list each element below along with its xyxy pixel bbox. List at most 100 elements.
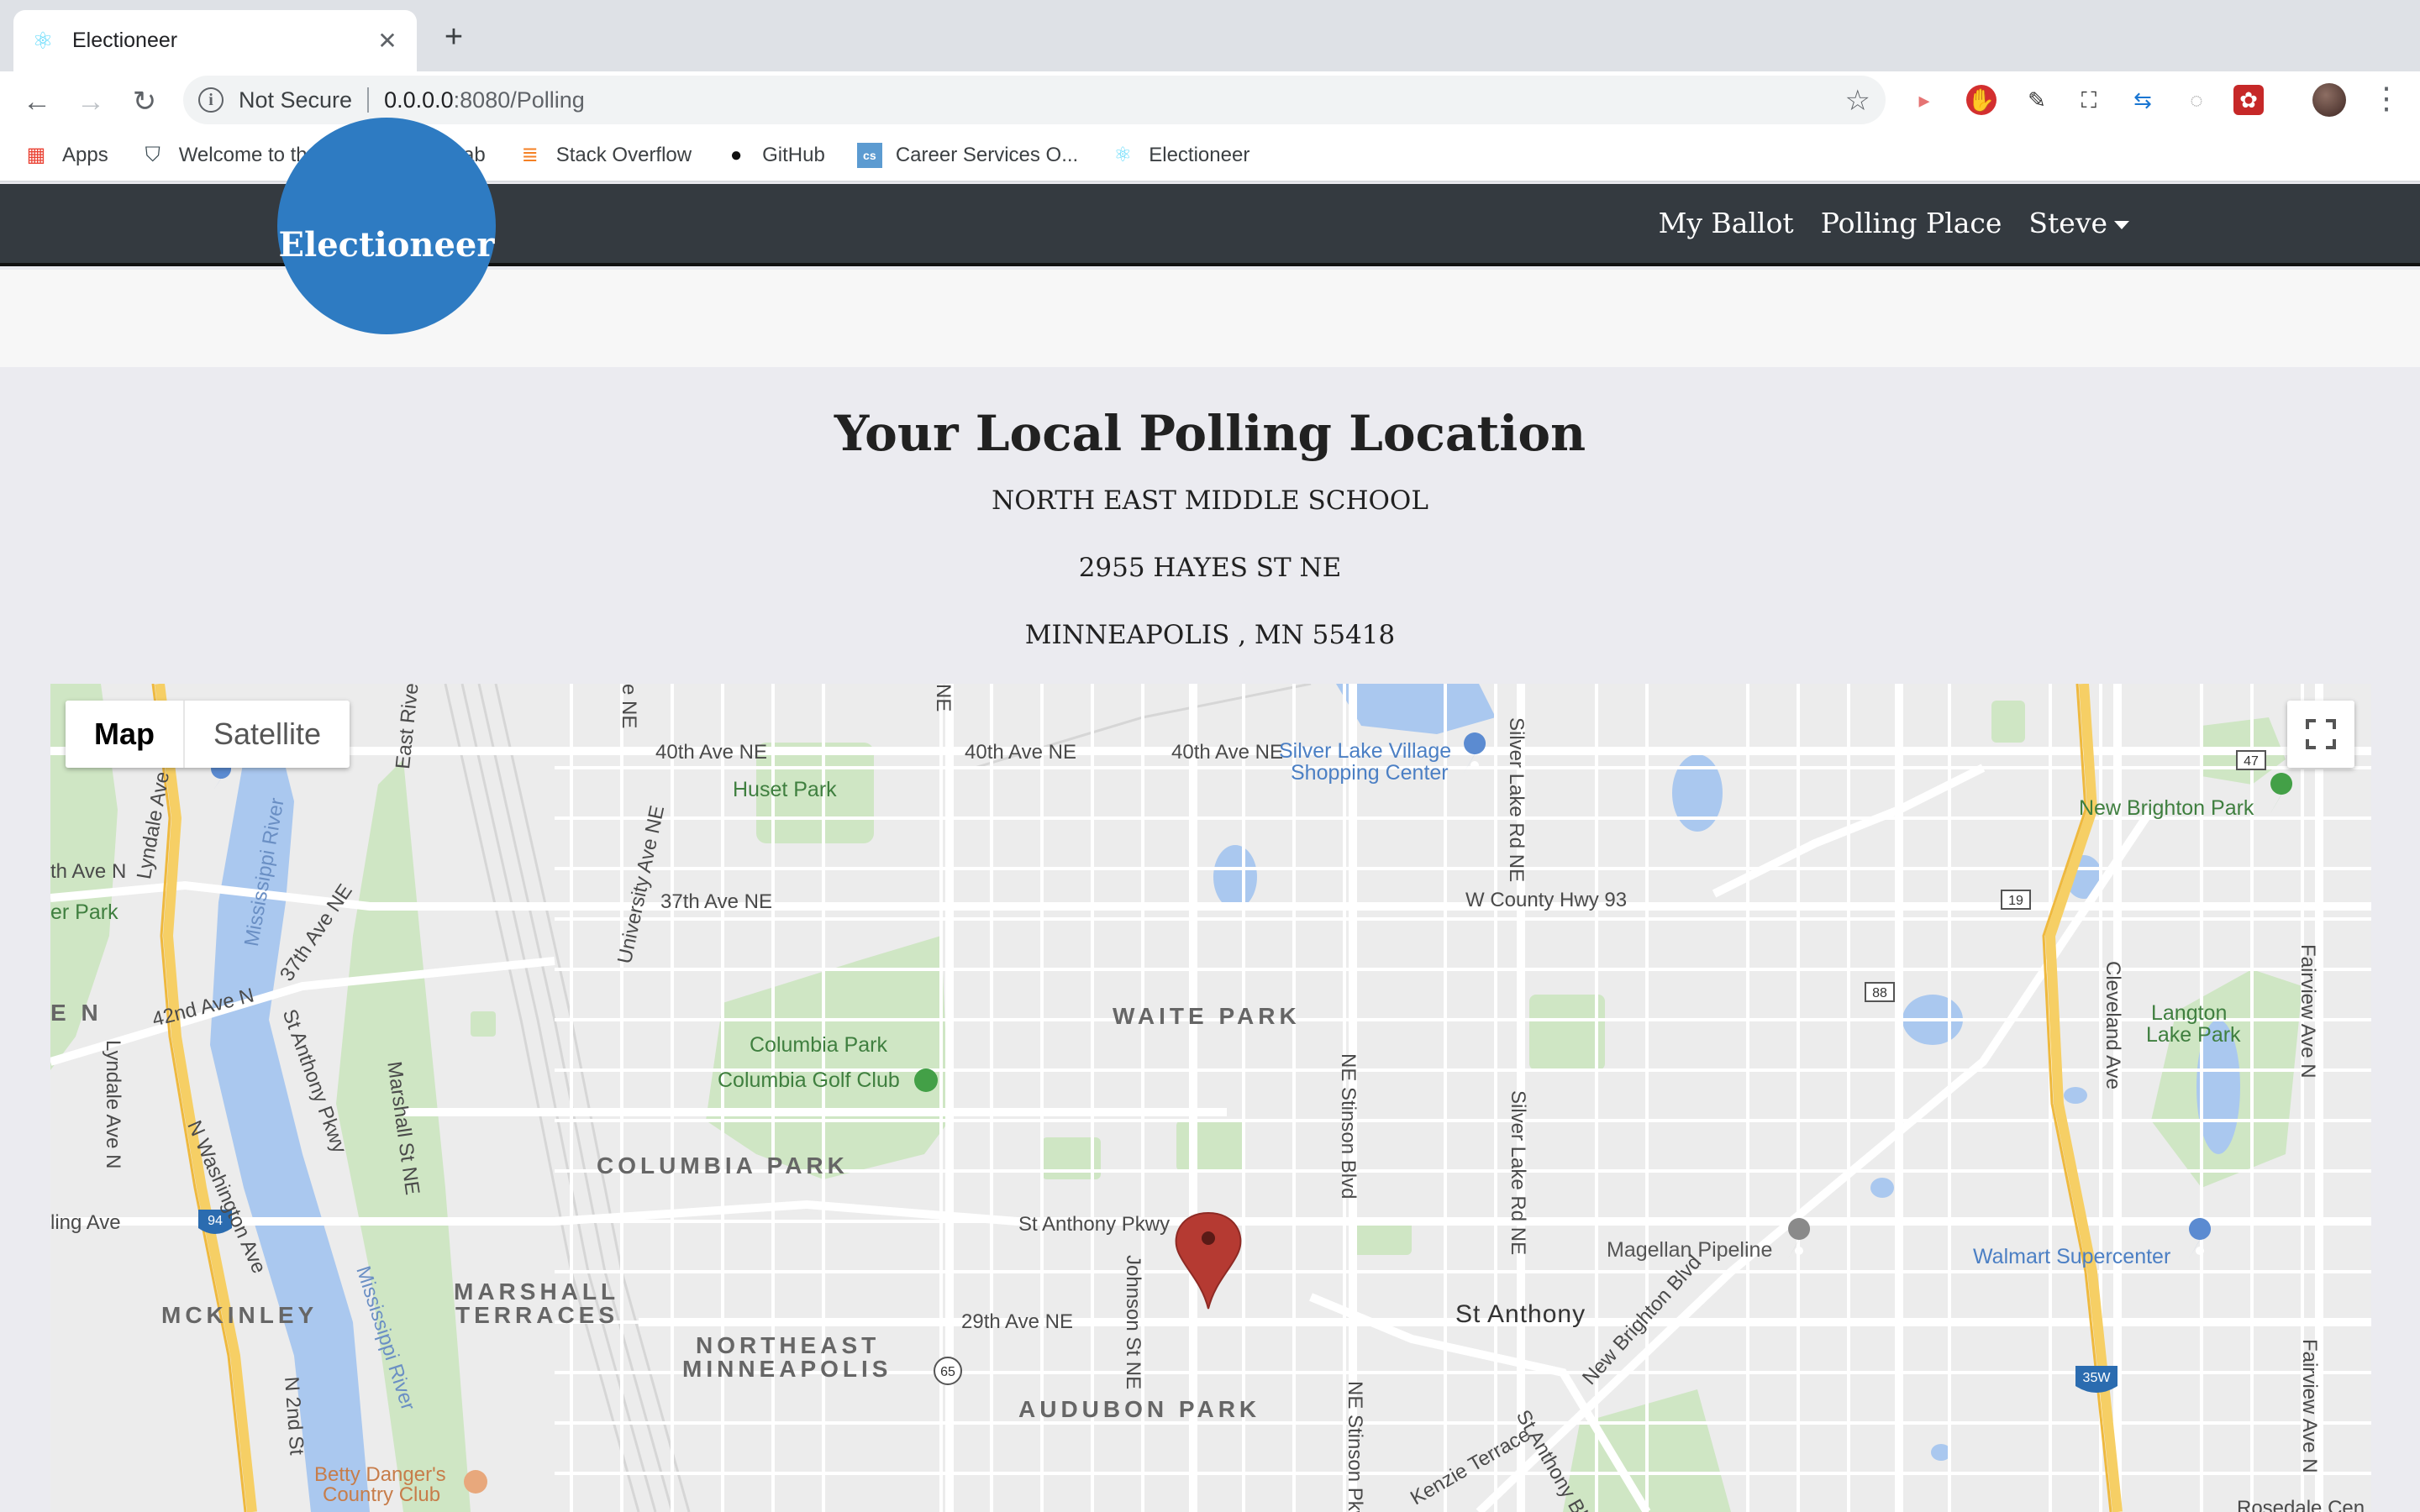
- map-label-columbia-golf-club: Columbia Golf Club: [718, 1068, 900, 1092]
- map-label-e-n: E N: [50, 1000, 103, 1026]
- github-icon: ●: [729, 144, 743, 166]
- map-label-37th-ave: 37th Ave NE: [660, 890, 772, 913]
- extension-sync-icon[interactable]: ⇆: [2128, 85, 2158, 115]
- security-label: Not Secure: [239, 87, 353, 113]
- map-label-cleveland-ave: Cleveland Ave: [2102, 961, 2124, 1089]
- map-label-silver-lake-rd-2: Silver Lake Rd NE: [1507, 1090, 1529, 1256]
- map-label-silver-lake-village: Silver Lake Village: [1279, 739, 1452, 763]
- polling-street: 2955 HAYES ST NE: [1078, 553, 1342, 583]
- map-label-shopping-center: Shopping Center: [1291, 761, 1449, 785]
- browser-menu-icon[interactable]: ⋮: [2371, 81, 2402, 115]
- nav-my-ballot[interactable]: My Ballot: [1659, 207, 1794, 239]
- bookmark-label: Electioneer: [1149, 144, 1250, 166]
- caret-down-icon: [2114, 221, 2129, 229]
- map-label-ling-ave: ling Ave: [50, 1211, 121, 1234]
- map-label-fairview-ave: Fairview Ave N: [2296, 944, 2319, 1079]
- browser-tabstrip: ⚛ Electioneer ✕ +: [0, 0, 2420, 71]
- user-menu-dropdown[interactable]: Steve: [2028, 207, 2129, 239]
- hwy-35w-label: 35W: [2083, 1371, 2112, 1385]
- bookmark-stackoverflow[interactable]: ≣ Stack Overflow: [518, 143, 692, 168]
- nav-links: My Ballot Polling Place Steve: [1659, 207, 2129, 239]
- map-label-johnson-st: Johnson St NE: [1122, 1255, 1144, 1390]
- fullscreen-button[interactable]: [2287, 701, 2354, 768]
- bookmark-label: Career Services O...: [895, 144, 1079, 166]
- map-label-walmart-supercenter: Walmart Supercenter: [1973, 1245, 2171, 1268]
- bookmark-label: Stack Overflow: [555, 144, 692, 166]
- bookmark-apps[interactable]: ▦ Apps: [24, 143, 108, 168]
- map-label-huset-park: Huset Park: [733, 778, 837, 801]
- map-label-columbia-park-neighborhood: COLUMBIA PARK: [597, 1152, 849, 1179]
- profile-avatar[interactable]: [2312, 83, 2346, 117]
- browser-tab[interactable]: ⚛ Electioneer ✕: [13, 10, 417, 71]
- bookmark-label: GitHub: [762, 144, 825, 166]
- map-label-fairview-ave-2: Fairview Ave N: [2298, 1339, 2321, 1473]
- react-favicon-icon: ⚛: [32, 27, 54, 54]
- map-type-satellite-button[interactable]: Satellite: [185, 701, 350, 768]
- forward-icon[interactable]: →: [72, 83, 109, 120]
- polling-city-line: MINNEAPOLIS , MN 55418: [1024, 620, 1396, 650]
- map-label-new-brighton-park: New Brighton Park: [2079, 796, 2254, 820]
- back-icon[interactable]: ←: [18, 83, 55, 120]
- apps-grid-icon: ▦: [26, 144, 46, 166]
- map-type-control: Map Satellite: [66, 701, 350, 768]
- bookmark-github[interactable]: ● GitHub: [723, 143, 825, 168]
- map-label-stinson-blvd: NE Stinson Blvd: [1337, 1053, 1360, 1200]
- nav-polling-place[interactable]: Polling Place: [1821, 207, 2002, 239]
- bookmark-career-services[interactable]: cs Career Services O...: [856, 143, 1079, 168]
- map-label-rosedale: Rosedale Cen: [2237, 1497, 2365, 1512]
- map-label-40th-ave-c: 40th Ave NE: [1171, 741, 1283, 764]
- extension-circle-icon[interactable]: ◌: [2181, 85, 2212, 115]
- url-host: 0.0.0.0: [384, 87, 454, 113]
- extension-red-icon[interactable]: ✿: [2233, 85, 2264, 115]
- career-services-icon: cs: [856, 143, 882, 168]
- map-type-map-button[interactable]: Map: [66, 701, 185, 768]
- map-label-th-ave-n: th Ave N: [50, 860, 127, 883]
- map-label-lyndale-2: Lyndale Ave N: [102, 1040, 124, 1169]
- map-label-country-club: Country Club: [323, 1483, 441, 1506]
- shield-icon: ⛉: [145, 144, 160, 166]
- bookmark-electioneer[interactable]: ⚛ Electioneer: [1110, 143, 1249, 168]
- map-label-40th-ave-a: 40th Ave NE: [655, 741, 767, 764]
- react-icon: ⚛: [1113, 144, 1132, 166]
- omnibox-divider: [367, 87, 370, 113]
- map-label-terraces: TERRACES: [455, 1302, 619, 1328]
- fullscreen-icon: [2306, 719, 2336, 749]
- map-label-county-hwy-93: W County Hwy 93: [1465, 889, 1628, 911]
- map-label-stinson-pkwy: NE Stinson Pkwy: [1344, 1381, 1366, 1512]
- google-map[interactable]: 47 19 88 65 94 35W Map Satellite 40th Av…: [50, 684, 2371, 1512]
- map-label-minneapolis: MINNEAPOLIS: [682, 1356, 892, 1382]
- info-icon[interactable]: i: [198, 87, 224, 113]
- map-label-waite-park: WAITE PARK: [1113, 1003, 1301, 1029]
- map-label-er-park: er Park: [50, 900, 118, 924]
- close-tab-icon[interactable]: ✕: [375, 27, 400, 55]
- map-label-st-anthony-pkwy: St Anthony Pkwy: [1018, 1213, 1171, 1236]
- map-label-e-ne: e NE: [618, 684, 640, 729]
- hwy-19-label: 19: [2008, 894, 2023, 908]
- map-label-29th-ave: 29th Ave NE: [961, 1310, 1073, 1333]
- map-label-silver-lake-rd: Silver Lake Rd NE: [1505, 717, 1528, 883]
- stackoverflow-icon: ≣: [521, 144, 539, 166]
- bookmark-star-icon[interactable]: ☆: [1845, 84, 1870, 118]
- address-bar[interactable]: i Not Secure 0.0.0.0:8080/Polling ☆: [183, 76, 1886, 124]
- hwy-47-label: 47: [2244, 754, 2259, 769]
- url-path: :8080/Polling: [453, 87, 585, 113]
- hwy-94-label: 94: [208, 1214, 223, 1228]
- map-label-mckinley: MCKINLEY: [161, 1302, 318, 1328]
- reload-icon[interactable]: ↻: [126, 83, 163, 120]
- polling-location-name: NORTH EAST MIDDLE SCHOOL: [992, 486, 1428, 516]
- map-label-langton: Langton: [2151, 1001, 2228, 1025]
- map-label-columbia-park: Columbia Park: [750, 1033, 887, 1057]
- extension-adblock-icon[interactable]: ✋: [1966, 85, 1996, 115]
- bookmark-label: Apps: [62, 144, 108, 166]
- user-name: Steve: [2028, 207, 2107, 239]
- map-label-lake-park: Lake Park: [2146, 1023, 2241, 1047]
- extension-eyedropper-icon[interactable]: ✎: [2022, 85, 2052, 115]
- map-label-audubon-park: AUDUBON PARK: [1018, 1396, 1261, 1422]
- page-title: Your Local Polling Location: [834, 405, 1586, 462]
- tab-title: Electioneer: [72, 29, 178, 52]
- new-tab-button[interactable]: +: [437, 20, 471, 54]
- extension-screenshot-icon[interactable]: ⛶: [2074, 85, 2104, 115]
- brand-name[interactable]: Electioneer: [277, 225, 496, 265]
- map-label-st-anthony-city: St Anthony: [1455, 1300, 1586, 1328]
- extension-cast-icon[interactable]: ▸: [1909, 85, 1939, 115]
